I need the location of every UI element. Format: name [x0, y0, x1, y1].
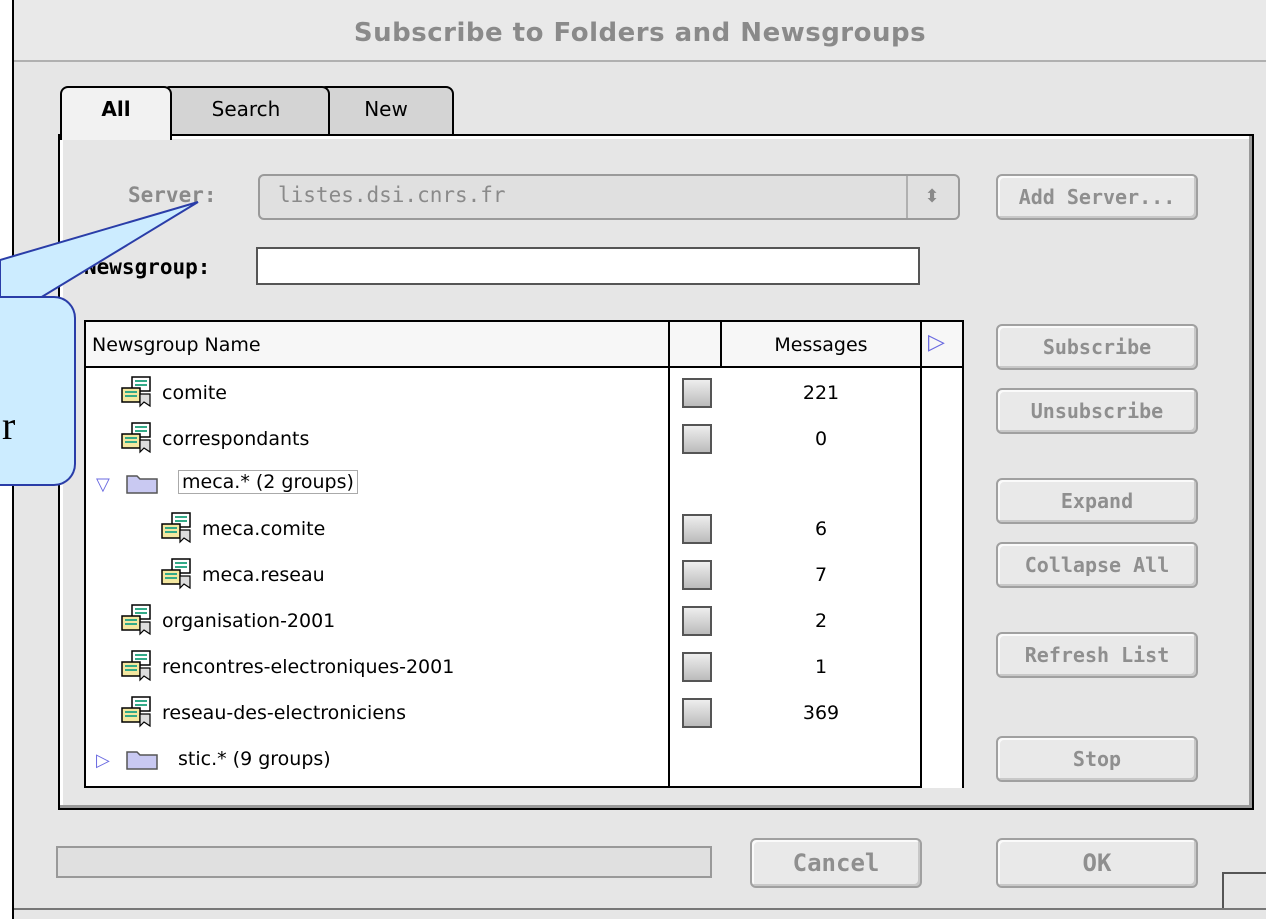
add-server-button[interactable]: Add Server... — [996, 174, 1198, 220]
table-row[interactable]: meca.reseau 7 — [86, 556, 920, 602]
table-row[interactable]: organisation-2001 2 — [86, 602, 920, 648]
newsgroup-icon — [120, 696, 154, 730]
message-count: 6 — [814, 518, 828, 540]
disclosure-open-icon[interactable]: ▽ — [96, 474, 110, 495]
subscribe-checkbox[interactable] — [682, 606, 712, 636]
row-name: meca.* (2 groups) — [178, 470, 358, 494]
message-count: 0 — [814, 428, 828, 450]
resize-grip-icon[interactable] — [1222, 872, 1266, 908]
newsgroup-icon — [160, 558, 194, 592]
cancel-button[interactable]: Cancel — [750, 838, 922, 888]
subscribe-checkbox[interactable] — [682, 424, 712, 454]
row-name: correspondants — [162, 428, 310, 450]
subscribe-checkbox[interactable] — [682, 698, 712, 728]
tab-new[interactable]: New — [318, 86, 454, 136]
subscribe-checkbox[interactable] — [682, 652, 712, 682]
window-bottom-edge — [14, 908, 1266, 919]
message-count: 221 — [802, 382, 840, 404]
callout-text: r — [2, 403, 16, 448]
annotation-callout — [0, 296, 76, 486]
subscribe-checkbox[interactable] — [682, 560, 712, 590]
column-header-messages[interactable]: Messages — [722, 322, 920, 368]
callout-pointer — [0, 201, 199, 299]
newsgroup-icon — [120, 604, 154, 638]
row-name: meca.comite — [202, 518, 326, 540]
scrollbar-area — [922, 368, 962, 788]
newsgroup-icon — [120, 376, 154, 410]
newsgroup-icon — [120, 650, 154, 684]
folder-row[interactable]: ▷ stic.* (9 groups) — [86, 740, 920, 786]
subscribe-checkbox[interactable] — [682, 514, 712, 544]
table-row[interactable]: reseau-des-electroniciens 369 — [86, 694, 920, 740]
table-row[interactable]: correspondants 0 — [86, 420, 920, 466]
column-divider — [920, 322, 922, 788]
folder-row[interactable]: ▽ meca.* (2 groups) — [86, 464, 920, 510]
server-value: listes.dsi.cnrs.fr — [278, 183, 506, 207]
popup-arrows-icon[interactable]: ⬍ — [906, 176, 956, 218]
subscribe-checkbox[interactable] — [682, 378, 712, 408]
window-title: Subscribe to Folders and Newsgroups — [353, 18, 927, 48]
table-row[interactable]: meca.comite 6 — [86, 510, 920, 556]
row-name: organisation-2001 — [162, 610, 336, 632]
message-count: 369 — [802, 702, 840, 724]
ok-button[interactable]: OK — [996, 838, 1198, 888]
row-name: rencontres-electroniques-2001 — [162, 656, 455, 678]
column-header-name[interactable]: Newsgroup Name — [92, 322, 261, 368]
row-name: reseau-des-electroniciens — [162, 702, 406, 724]
expand-button[interactable]: Expand — [996, 478, 1198, 524]
column-picker-arrow-icon[interactable]: ▷ — [928, 330, 945, 355]
table-row[interactable]: comite 221 — [86, 374, 920, 420]
tab-all[interactable]: All — [60, 86, 172, 140]
unsubscribe-button[interactable]: Unsubscribe — [996, 388, 1198, 434]
row-name: stic.* (9 groups) — [178, 748, 331, 770]
row-name: comite — [162, 382, 227, 404]
newsgroup-input[interactable] — [256, 247, 920, 285]
table-row[interactable]: rencontres-electroniques-2001 1 — [86, 648, 920, 694]
newsgroup-icon — [120, 422, 154, 456]
folder-icon — [126, 472, 158, 494]
message-count: 2 — [814, 610, 828, 632]
subscribe-button[interactable]: Subscribe — [996, 324, 1198, 370]
message-count: 7 — [814, 564, 828, 586]
newsgroup-icon — [160, 512, 194, 546]
message-count: 1 — [814, 656, 828, 678]
tab-search[interactable]: Search — [162, 86, 330, 136]
folder-icon — [126, 748, 158, 770]
refresh-list-button[interactable]: Refresh List — [996, 632, 1198, 678]
disclosure-closed-icon[interactable]: ▷ — [96, 750, 110, 771]
stop-button[interactable]: Stop — [996, 736, 1198, 782]
collapse-all-button[interactable]: Collapse All — [996, 542, 1198, 588]
row-name: meca.reseau — [202, 564, 325, 586]
progress-bar — [56, 846, 712, 878]
